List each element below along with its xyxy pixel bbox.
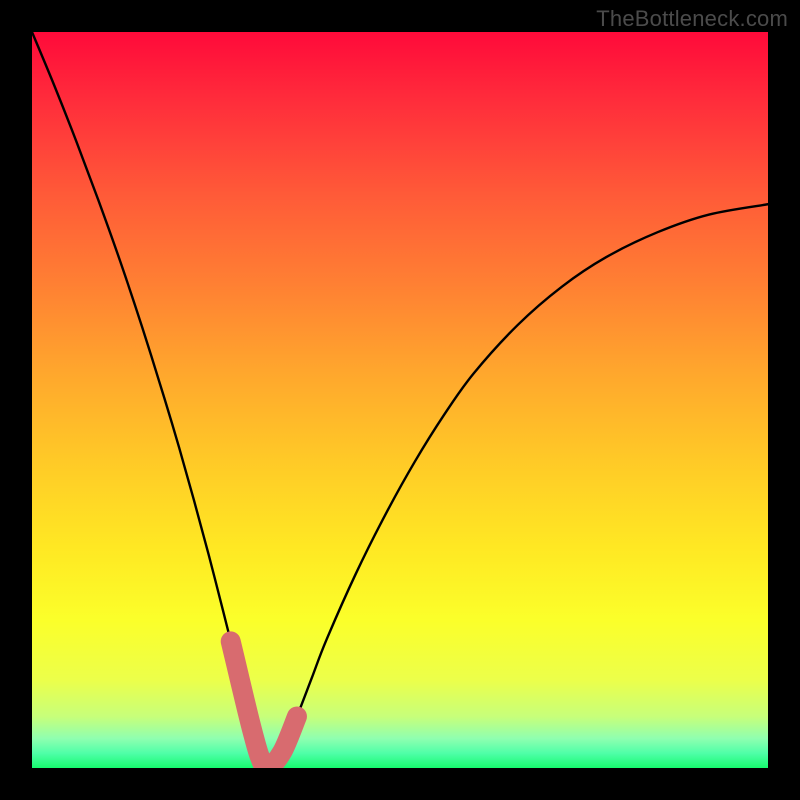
watermark-text: TheBottleneck.com — [596, 6, 788, 32]
bottleneck-chart — [32, 32, 768, 768]
bottleneck-curve-line — [32, 32, 768, 768]
chart-frame — [32, 32, 768, 768]
curve-minimum-highlight — [231, 641, 297, 768]
